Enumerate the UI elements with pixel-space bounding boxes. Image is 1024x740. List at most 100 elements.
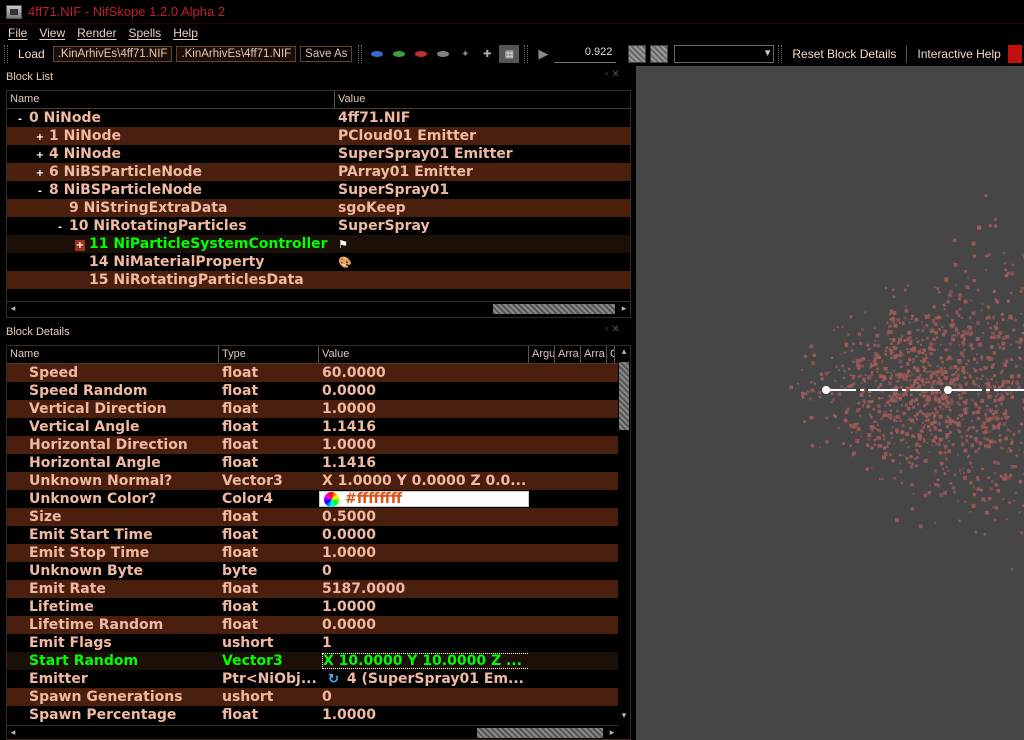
detail-row[interactable]: Emit Rate float 5187.0000 [7, 580, 618, 598]
block-list-row[interactable]: +1 NiNode PCloud01 Emitter [7, 127, 630, 145]
detail-row[interactable]: Unknown Color? Color4 #ffffffff [7, 490, 618, 508]
block-list-row[interactable]: 15 NiRotatingParticlesData [7, 271, 630, 289]
col-type-header[interactable]: Type [219, 346, 319, 363]
collapse-icon[interactable]: - [55, 222, 65, 233]
collapse-icon[interactable]: - [15, 114, 25, 125]
toolbar-grip[interactable] [778, 45, 783, 63]
grid-icon[interactable]: ▦ [499, 45, 520, 63]
detail-row[interactable]: Horizontal Direction float 1.0000 [7, 436, 618, 454]
field-value[interactable]: 1.0000 [319, 707, 529, 723]
block-list-row[interactable]: 9 NiStringExtraData sgoKeep [7, 199, 630, 217]
scroll-up-icon[interactable]: ▴ [618, 346, 630, 358]
scroll-right-icon[interactable]: ▸ [618, 303, 630, 315]
block-list-row[interactable]: 14 NiMaterialProperty 🎨 [7, 253, 630, 271]
loop-icon[interactable] [628, 45, 647, 63]
detail-row[interactable]: Speed float 60.0000 [7, 364, 618, 382]
col-name-header[interactable]: Name [7, 346, 219, 363]
toolbar-grip[interactable] [524, 45, 529, 63]
load-button[interactable]: Load [12, 45, 51, 63]
collapse-icon[interactable]: - [35, 186, 45, 197]
field-value[interactable]: 60.0000 [319, 365, 529, 381]
block-list-row[interactable]: +6 NiBSParticleNode PArray01 Emitter [7, 163, 630, 181]
scroll-thumb[interactable] [477, 728, 603, 738]
dock-float-icon[interactable]: ▫ ✕ [605, 324, 620, 335]
toolbar-grip[interactable] [358, 45, 363, 63]
field-value[interactable]: 1.0000 [319, 545, 529, 561]
detail-row[interactable]: Emitter Ptr<NiObj... ↻ 4 (SuperSpray01 Em..… [7, 670, 618, 688]
block-list-hscroll[interactable]: ◂ ▸ [7, 301, 630, 315]
scroll-thumb[interactable] [619, 362, 629, 430]
menu-view[interactable]: View [39, 26, 65, 40]
field-value[interactable]: 1.0000 [319, 401, 529, 417]
block-list-row[interactable]: -0 NiNode 4ff71.NIF [7, 109, 630, 127]
detail-row[interactable]: Lifetime float 1.0000 [7, 598, 618, 616]
field-value[interactable]: 4 (SuperSpray01 Em... [347, 671, 524, 687]
scroll-left-icon[interactable]: ◂ [7, 727, 19, 739]
detail-row[interactable]: Lifetime Random float 0.0000 [7, 616, 618, 634]
switch-icon[interactable] [650, 45, 669, 63]
detail-row[interactable]: Size float 0.5000 [7, 508, 618, 526]
detail-row[interactable]: Emit Flags ushort 1 [7, 634, 618, 652]
expand-icon[interactable]: + [35, 168, 45, 179]
block-details-hscroll[interactable]: ◂ ▸ [7, 725, 618, 739]
field-value[interactable]: X 10.0000 Y 10.0000 Z ... [322, 653, 529, 669]
link-icon[interactable]: ↻ [328, 672, 339, 687]
walk-icon[interactable]: ✦ [455, 45, 475, 63]
detail-row[interactable]: Spawn Generations ushort 0 [7, 688, 618, 706]
view-green-icon[interactable] [389, 45, 409, 63]
color-wheel-icon[interactable] [324, 491, 339, 507]
scroll-right-icon[interactable]: ▸ [606, 727, 618, 739]
expand-icon[interactable]: + [35, 150, 45, 161]
field-value[interactable]: 0 [319, 563, 529, 579]
toolbar-grip[interactable] [4, 45, 8, 63]
expand-icon[interactable]: + [75, 240, 85, 251]
detail-row[interactable]: Spawn Percentage float 1.0000 [7, 706, 618, 724]
field-value[interactable]: 1.1416 [319, 419, 529, 435]
menu-file[interactable]: File [8, 26, 27, 40]
col-array2-header[interactable]: Arra [581, 346, 607, 363]
block-list-row[interactable]: -8 NiBSParticleNode SuperSpray01 [7, 181, 630, 199]
reset-block-details-button[interactable]: Reset Block Details [786, 45, 902, 63]
detail-row[interactable]: Vertical Angle float 1.1416 [7, 418, 618, 436]
view-red-icon[interactable] [411, 45, 431, 63]
field-value[interactable]: 0.0000 [319, 617, 529, 633]
detail-row[interactable]: Horizontal Angle float 1.1416 [7, 454, 618, 472]
menu-render[interactable]: Render [77, 26, 116, 40]
block-list-row[interactable]: -10 NiRotatingParticles SuperSpray [7, 217, 630, 235]
scroll-thumb[interactable] [493, 304, 615, 314]
col-argument-header[interactable]: Argu [529, 346, 555, 363]
detail-row[interactable]: Emit Stop Time float 1.0000 [7, 544, 618, 562]
block-list-tree[interactable]: Name Value -0 NiNode 4ff71.NIF +1 NiNode PC… [6, 90, 631, 318]
animation-select[interactable] [674, 45, 775, 63]
detail-row[interactable]: Unknown Byte byte 0 [7, 562, 618, 580]
field-value[interactable]: 1.1416 [319, 455, 529, 471]
dock-float-icon[interactable]: ▫ ✕ [605, 69, 620, 80]
interactive-help-button[interactable]: Interactive Help [911, 45, 1006, 63]
field-value[interactable]: X 1.0000 Y 0.0000 Z 0.0... [319, 473, 529, 489]
scroll-left-icon[interactable]: ◂ [7, 303, 19, 315]
render-viewport[interactable] [636, 66, 1024, 740]
scroll-down-icon[interactable]: ▾ [618, 710, 630, 722]
block-details-tree[interactable]: Name Type Value Argu Arra Arra C Speed fl… [6, 345, 631, 740]
col-cond-header[interactable]: C [607, 346, 615, 363]
field-value[interactable]: 5187.0000 [319, 581, 529, 597]
field-value[interactable]: 1.0000 [319, 437, 529, 453]
play-icon[interactable]: ▶ [533, 45, 553, 63]
field-value[interactable]: 0 [319, 689, 529, 705]
block-list-row[interactable]: +4 NiNode SuperSpray01 Emitter [7, 145, 630, 163]
overflow-icon[interactable] [1007, 45, 1022, 63]
anim-time-field[interactable]: 0.922 [554, 45, 617, 63]
col-value-header[interactable]: Value [335, 91, 630, 108]
axes-icon[interactable]: ✚ [477, 45, 497, 63]
view-gray-icon[interactable] [433, 45, 453, 63]
menu-spells[interactable]: Spells [129, 26, 162, 40]
save-as-button[interactable]: Save As [300, 46, 353, 62]
view-blue-icon[interactable] [367, 45, 387, 63]
load-path-field[interactable]: .KinArhivEs\4ff71.NIF [52, 46, 173, 62]
block-list-row[interactable]: +11 NiParticleSystemController ⚑ [7, 235, 630, 253]
field-value[interactable]: 0.0000 [319, 383, 529, 399]
save-path-field[interactable]: .KinArhivEs\4ff71.NIF [176, 46, 297, 62]
detail-row[interactable]: Vertical Direction float 1.0000 [7, 400, 618, 418]
field-value[interactable]: 1.0000 [319, 599, 529, 615]
col-value-header[interactable]: Value [319, 346, 529, 363]
